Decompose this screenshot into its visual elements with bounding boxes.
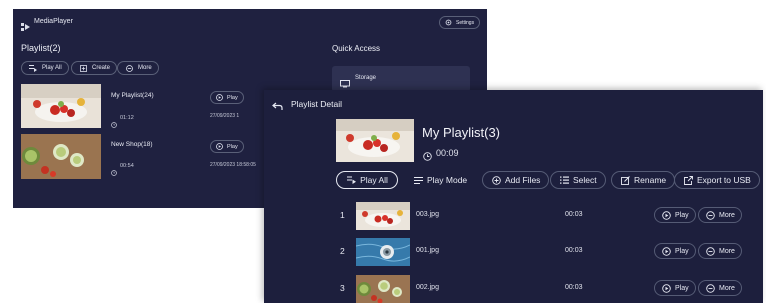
clock-icon bbox=[111, 163, 117, 181]
playlist-cover bbox=[336, 119, 414, 162]
header-title: Playlist Detail bbox=[291, 99, 343, 109]
file-name: 002.jpg bbox=[416, 284, 439, 291]
add-circle-icon bbox=[491, 175, 501, 185]
play-label: Play bbox=[675, 211, 689, 219]
more-button[interactable]: More bbox=[117, 61, 159, 75]
playlist-duration: 00:54 bbox=[120, 163, 134, 169]
section-title: Playlist(2) bbox=[21, 43, 61, 53]
play-all-label: Play All bbox=[360, 175, 388, 185]
play-circle-icon bbox=[661, 246, 671, 256]
playlist-thumbnail[interactable] bbox=[21, 134, 101, 179]
file-thumbnail bbox=[356, 275, 410, 303]
row-more-button[interactable]: More bbox=[698, 243, 742, 259]
back-arrow-icon[interactable] bbox=[272, 98, 283, 116]
playlist-duration: 01:12 bbox=[120, 115, 134, 121]
more-circle-icon bbox=[124, 63, 134, 73]
more-circle-icon bbox=[705, 210, 715, 220]
playlist-play-icon bbox=[28, 63, 38, 73]
export-to-usb-button[interactable]: Export to USB bbox=[674, 171, 760, 189]
playlist-play-icon bbox=[346, 175, 356, 185]
playlist-play-button[interactable]: Play bbox=[210, 140, 244, 153]
file-thumbnail bbox=[356, 238, 410, 266]
play-label: Play bbox=[227, 94, 238, 101]
row-play-button[interactable]: Play bbox=[654, 243, 696, 259]
select-label: Select bbox=[573, 175, 597, 185]
playlist-name: My Playlist(3) bbox=[422, 125, 501, 140]
row-more-button[interactable]: More bbox=[698, 207, 742, 223]
file-name: 001.jpg bbox=[416, 247, 439, 254]
app-title: MediaPlayer bbox=[34, 18, 73, 25]
play-circle-icon bbox=[216, 143, 223, 150]
play-mode-icon bbox=[413, 175, 423, 185]
play-circle-icon bbox=[661, 283, 671, 293]
checklist-icon bbox=[559, 175, 569, 185]
more-label: More bbox=[719, 211, 735, 219]
play-circle-icon bbox=[661, 210, 671, 220]
gear-icon bbox=[445, 19, 452, 26]
row-more-button[interactable]: More bbox=[698, 280, 742, 296]
settings-label: Settings bbox=[456, 19, 475, 26]
playlist-name: My Playlist(24) bbox=[111, 92, 154, 99]
quick-access-title: Quick Access bbox=[332, 44, 381, 53]
export-label: Export to USB bbox=[697, 175, 751, 185]
more-circle-icon bbox=[705, 283, 715, 293]
file-duration: 00:03 bbox=[565, 284, 583, 291]
add-files-button[interactable]: Add Files bbox=[482, 171, 550, 189]
row-play-button[interactable]: Play bbox=[654, 280, 696, 296]
play-all-button[interactable]: Play All bbox=[21, 61, 69, 75]
row-index: 2 bbox=[340, 246, 345, 256]
file-row[interactable]: 3 002.jpg 00:03 Play More bbox=[264, 272, 763, 303]
file-name: 003.jpg bbox=[416, 211, 439, 218]
export-icon bbox=[683, 175, 693, 185]
playlist-name: New Shop(18) bbox=[111, 141, 153, 148]
file-duration: 00:03 bbox=[565, 211, 583, 218]
more-label: More bbox=[719, 247, 735, 255]
add-box-icon bbox=[78, 63, 88, 73]
playlist-date: 27/09/2023 1 bbox=[210, 113, 240, 119]
row-play-button[interactable]: Play bbox=[654, 207, 696, 223]
play-mode-label: Play Mode bbox=[427, 175, 468, 185]
select-button[interactable]: Select bbox=[550, 171, 606, 189]
play-label: Play bbox=[227, 143, 238, 150]
rename-label: Rename bbox=[634, 175, 667, 185]
add-files-label: Add Files bbox=[505, 175, 541, 185]
settings-button[interactable]: Settings bbox=[439, 16, 481, 29]
more-label: More bbox=[138, 65, 152, 71]
play-all-label: Play All bbox=[42, 65, 62, 71]
play-label: Play bbox=[675, 247, 689, 255]
create-label: Create bbox=[92, 65, 111, 71]
more-label: More bbox=[719, 284, 735, 292]
clock-icon bbox=[111, 115, 117, 133]
row-index: 3 bbox=[340, 283, 345, 293]
file-duration: 00:03 bbox=[565, 247, 583, 254]
file-row[interactable]: 2 001.jpg 00:03 Play More bbox=[264, 236, 763, 268]
playlist-detail-window: Playlist Detail My Playlist(3) 00:09 Pla… bbox=[264, 90, 763, 303]
create-button[interactable]: Create bbox=[71, 61, 118, 75]
play-all-button[interactable]: Play All bbox=[336, 171, 398, 189]
play-circle-icon bbox=[216, 94, 223, 101]
file-thumbnail bbox=[356, 202, 410, 230]
playlist-play-button[interactable]: Play bbox=[210, 91, 244, 104]
file-row[interactable]: 1 003.jpg 00:03 Play More bbox=[264, 200, 763, 232]
playlist-date: 27/09/2023 18:58:05 bbox=[210, 162, 256, 168]
rename-button[interactable]: Rename bbox=[611, 171, 676, 189]
row-index: 1 bbox=[340, 210, 345, 220]
clock-icon bbox=[423, 148, 432, 166]
playlist-duration: 00:09 bbox=[436, 148, 459, 158]
storage-label: Storage bbox=[355, 75, 377, 81]
app-logo-icon bbox=[21, 18, 30, 36]
storage-item[interactable]: Storage bbox=[332, 66, 470, 92]
edit-icon bbox=[620, 175, 630, 185]
playlist-thumbnail[interactable] bbox=[21, 84, 101, 128]
play-mode-button[interactable]: Play Mode bbox=[404, 171, 476, 189]
more-circle-icon bbox=[705, 246, 715, 256]
play-label: Play bbox=[675, 284, 689, 292]
